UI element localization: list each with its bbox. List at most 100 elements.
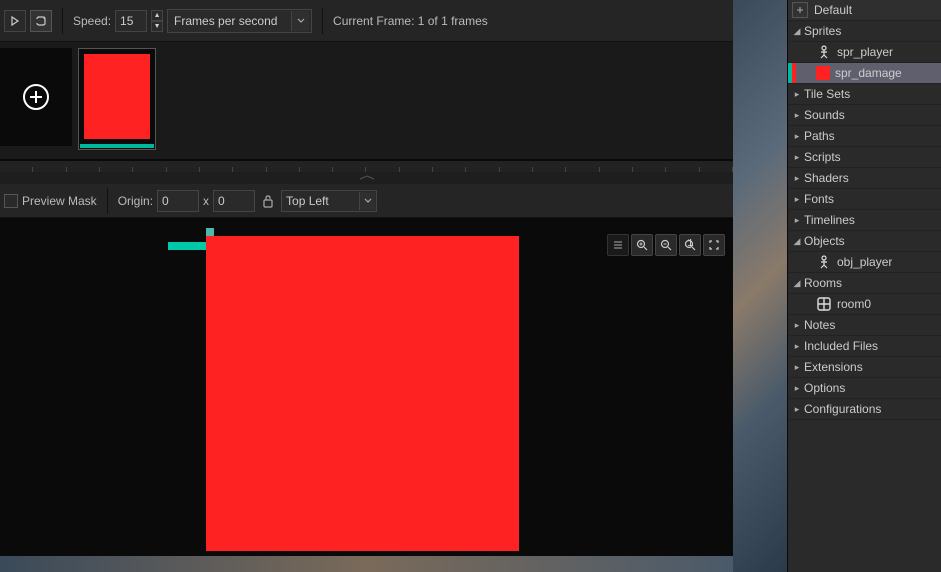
tree-item-label: Sounds	[804, 108, 845, 122]
expand-arrow-icon[interactable]: ▸	[792, 131, 802, 142]
tree-item-label: Paths	[804, 129, 835, 143]
zoom-out-button[interactable]	[655, 234, 677, 256]
desktop-background-bottom	[0, 556, 733, 572]
tree-item-room0[interactable]: room0	[788, 294, 941, 315]
pin-icon[interactable]	[792, 2, 808, 18]
chevron-down-icon	[359, 192, 375, 210]
tree-item-label: Rooms	[804, 276, 842, 290]
tree-item-label: Notes	[804, 318, 835, 332]
default-config-row[interactable]: Default	[788, 0, 941, 21]
tree-item-scripts[interactable]: ▸Scripts	[788, 147, 941, 168]
tree-item-label: spr_damage	[835, 66, 902, 80]
tree-item-tile-sets[interactable]: ▸Tile Sets	[788, 84, 941, 105]
tree-item-fonts[interactable]: ▸Fonts	[788, 189, 941, 210]
origin-guide-horizontal-accent	[168, 242, 206, 250]
speed-input[interactable]	[115, 10, 147, 32]
tree-item-label: Options	[804, 381, 845, 395]
resource-tree: ◢Spritesspr_playerspr_damage▸Tile Sets▸S…	[788, 21, 941, 420]
expand-arrow-icon[interactable]: ◢	[792, 236, 802, 247]
origin-mode-dropdown[interactable]: Top Left	[281, 190, 377, 212]
tree-item-sprites[interactable]: ◢Sprites	[788, 21, 941, 42]
default-config-label: Default	[814, 3, 852, 17]
preview-mask-checkbox[interactable]	[4, 194, 18, 208]
speed-label: Speed:	[73, 14, 111, 28]
expand-arrow-icon[interactable]: ◢	[792, 278, 802, 289]
tree-item-label: Timelines	[804, 213, 855, 227]
current-frame-label: Current Frame: 1 of 1 frames	[333, 14, 488, 28]
timeline-ruler[interactable]	[0, 160, 733, 172]
sprite-canvas-area[interactable]: 1	[0, 218, 733, 556]
spinner-down-icon[interactable]: ▼	[151, 21, 163, 32]
zoom-reset-button[interactable]: 1	[679, 234, 701, 256]
speed-unit-label: Frames per second	[174, 14, 277, 28]
zoom-controls: 1	[607, 234, 725, 256]
tree-item-label: Fonts	[804, 192, 834, 206]
tree-item-shaders[interactable]: ▸Shaders	[788, 168, 941, 189]
preview-mask-label: Preview Mask	[22, 194, 97, 208]
tree-item-label: Objects	[804, 234, 845, 248]
zoom-menu-button[interactable]	[607, 234, 629, 256]
expand-arrow-icon[interactable]: ▸	[792, 341, 802, 352]
tree-item-paths[interactable]: ▸Paths	[788, 126, 941, 147]
tree-item-label: spr_player	[837, 45, 893, 59]
zoom-fit-button[interactable]	[703, 234, 725, 256]
origin-mode-label: Top Left	[286, 194, 329, 208]
desktop-background	[733, 0, 788, 572]
sprite-editor-panel: Speed: ▲ ▼ Frames per second Current Fra…	[0, 0, 733, 556]
expand-arrow-icon[interactable]: ▸	[792, 173, 802, 184]
sprite-icon	[816, 66, 830, 80]
tree-item-notes[interactable]: ▸Notes	[788, 315, 941, 336]
origin-xy-separator: x	[203, 194, 209, 208]
add-frame-button[interactable]	[0, 48, 72, 146]
expand-arrow-icon[interactable]: ▸	[792, 383, 802, 394]
expand-arrow-icon[interactable]: ▸	[792, 320, 802, 331]
tree-item-options[interactable]: ▸Options	[788, 378, 941, 399]
expand-arrow-icon[interactable]: ▸	[792, 194, 802, 205]
tree-item-rooms[interactable]: ◢Rooms	[788, 273, 941, 294]
loop-button[interactable]	[30, 10, 52, 32]
lock-origin-button[interactable]	[259, 190, 277, 212]
chevron-down-icon	[291, 11, 309, 31]
origin-toolbar: Preview Mask Origin: x Top Left	[0, 184, 733, 218]
tree-item-objects[interactable]: ◢Objects	[788, 231, 941, 252]
expand-arrow-icon[interactable]: ▸	[792, 110, 802, 121]
person-icon	[816, 44, 832, 60]
tree-item-label: Shaders	[804, 171, 849, 185]
frames-strip	[0, 42, 733, 160]
expand-arrow-icon[interactable]: ▸	[792, 362, 802, 373]
tree-item-included-files[interactable]: ▸Included Files	[788, 336, 941, 357]
frame-preview	[84, 54, 150, 139]
tree-item-extensions[interactable]: ▸Extensions	[788, 357, 941, 378]
spinner-up-icon[interactable]: ▲	[151, 10, 163, 21]
tree-item-label: Sprites	[804, 24, 841, 38]
play-button[interactable]	[4, 10, 26, 32]
expand-arrow-icon[interactable]: ◢	[792, 26, 802, 37]
expand-arrow-icon[interactable]: ▸	[792, 404, 802, 415]
tree-item-configurations[interactable]: ▸Configurations	[788, 399, 941, 420]
tree-item-label: Extensions	[804, 360, 863, 374]
origin-x-input[interactable]	[157, 190, 199, 212]
speed-spinner[interactable]: ▲ ▼	[151, 10, 163, 32]
sprite-canvas[interactable]	[206, 236, 519, 551]
tree-item-spr_damage[interactable]: spr_damage	[788, 63, 941, 84]
svg-text:1: 1	[687, 239, 694, 249]
expand-arrow-icon[interactable]: ▸	[792, 152, 802, 163]
person-icon	[816, 254, 832, 270]
frame-selected-indicator	[80, 144, 154, 148]
tree-item-label: room0	[837, 297, 871, 311]
tree-item-label: Scripts	[804, 150, 841, 164]
origin-y-input[interactable]	[213, 190, 255, 212]
frame-thumbnail-0[interactable]	[78, 48, 156, 150]
panel-resize-grip[interactable]	[0, 172, 733, 184]
speed-unit-dropdown[interactable]: Frames per second	[167, 9, 312, 33]
tree-item-label: Configurations	[804, 402, 881, 416]
tree-item-spr_player[interactable]: spr_player	[788, 42, 941, 63]
tree-item-timelines[interactable]: ▸Timelines	[788, 210, 941, 231]
tree-item-obj_player[interactable]: obj_player	[788, 252, 941, 273]
zoom-in-button[interactable]	[631, 234, 653, 256]
tree-item-sounds[interactable]: ▸Sounds	[788, 105, 941, 126]
playback-toolbar: Speed: ▲ ▼ Frames per second Current Fra…	[0, 0, 733, 42]
expand-arrow-icon[interactable]: ▸	[792, 89, 802, 100]
room-icon	[816, 296, 832, 312]
expand-arrow-icon[interactable]: ▸	[792, 215, 802, 226]
